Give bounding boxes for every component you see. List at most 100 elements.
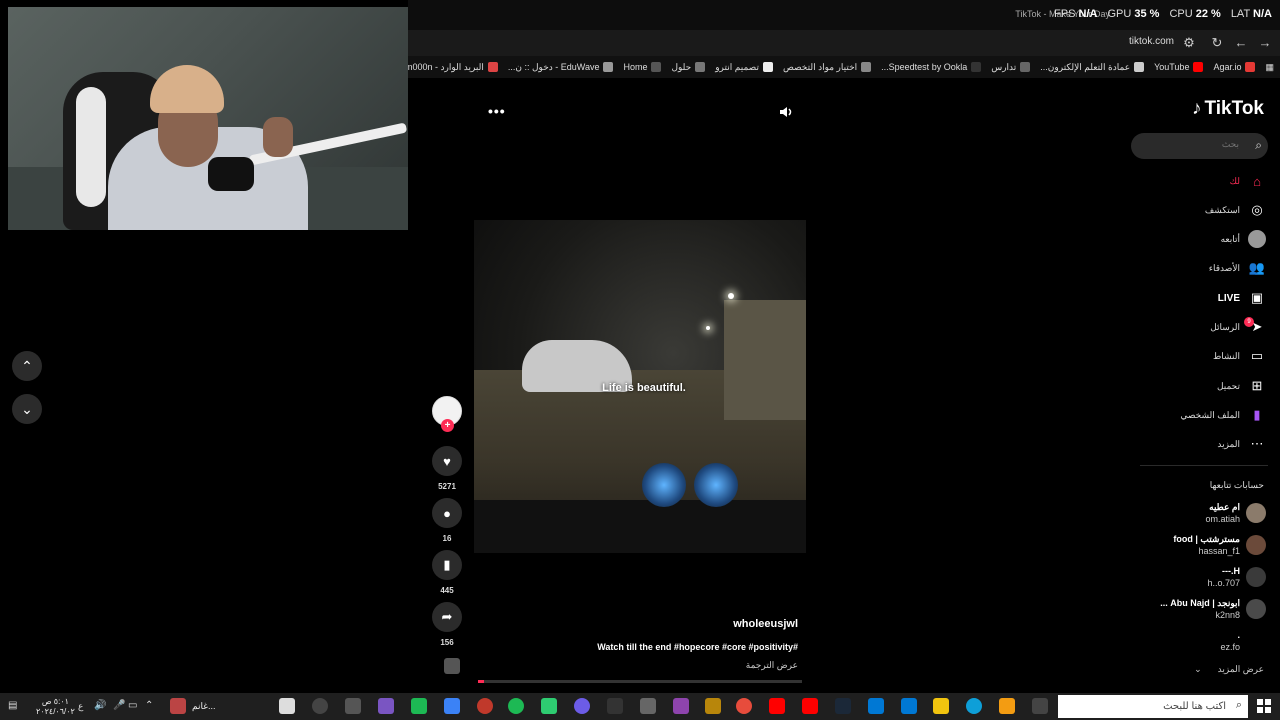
account-item[interactable]: ام عطيه om.atiah bbox=[1205, 501, 1266, 525]
network-icon[interactable]: ▭ bbox=[128, 700, 137, 711]
account-handle: hassan_f1 bbox=[1198, 546, 1240, 556]
friends-icon: 👥 bbox=[1248, 260, 1266, 275]
comment-icon[interactable]: ● bbox=[432, 498, 462, 528]
tiktok-logo[interactable]: ♪ TikTok bbox=[1192, 98, 1264, 120]
taskbar-app-icon[interactable] bbox=[444, 698, 460, 714]
account-item[interactable]: H.--- h..o.707 bbox=[1207, 565, 1266, 589]
bookmark-solutions[interactable]: حلول bbox=[671, 62, 706, 73]
reload-icon[interactable]: ↻ bbox=[1208, 34, 1226, 52]
search-icon[interactable]: ⌕ bbox=[1255, 138, 1262, 153]
heart-icon[interactable]: ♥ bbox=[432, 446, 462, 476]
spotify-icon[interactable] bbox=[508, 698, 524, 714]
search-input[interactable] bbox=[1139, 139, 1239, 149]
bookmark-tadarus[interactable]: تدارس bbox=[991, 62, 1031, 73]
youtube-icon[interactable] bbox=[802, 698, 818, 714]
taskbar-app-icon[interactable] bbox=[607, 698, 623, 714]
store-icon[interactable] bbox=[901, 698, 917, 714]
chevron-down-icon: ⌄ bbox=[21, 400, 33, 417]
steam-icon[interactable] bbox=[835, 698, 851, 714]
nav-item-live[interactable]: ▣ LIVE bbox=[1218, 288, 1266, 308]
back-icon[interactable]: ← bbox=[1232, 34, 1250, 52]
taskbar-app-icon[interactable] bbox=[705, 698, 721, 714]
activity-icon: ▭ bbox=[1250, 348, 1264, 363]
gpu-stat: GPU 35 % bbox=[1107, 8, 1160, 20]
bookmark-eduwave[interactable]: EduWave - دخول :: ن... bbox=[508, 62, 614, 73]
url-text[interactable]: tiktok.com bbox=[1129, 36, 1174, 47]
chrome-icon[interactable] bbox=[736, 698, 752, 714]
bookmark-youtube[interactable]: YouTube bbox=[1154, 62, 1204, 72]
see-translation-link[interactable]: عرض الترجمة bbox=[746, 660, 798, 671]
site-settings-icon[interactable]: ⚙ bbox=[1180, 34, 1198, 52]
video-progress-bar[interactable] bbox=[478, 680, 802, 683]
input-language[interactable]: ع bbox=[78, 701, 83, 712]
bookmark-agar[interactable]: Agar.io bbox=[1213, 62, 1256, 72]
nav-item-activity[interactable]: ▭ النشاط bbox=[1213, 346, 1266, 366]
nav-item-upload[interactable]: ⊞ تحميل bbox=[1217, 376, 1266, 396]
bookmark-icon[interactable]: ▮ bbox=[432, 550, 462, 580]
task-view-icon[interactable] bbox=[1032, 698, 1048, 714]
bookmark-home[interactable]: Home bbox=[623, 62, 662, 72]
taskbar-app-icon[interactable] bbox=[477, 698, 493, 714]
start-tile bbox=[1257, 699, 1263, 705]
nav-item-more[interactable]: ⋯ المزيد bbox=[1217, 434, 1266, 454]
start-tile bbox=[1265, 707, 1271, 713]
nav-item-following[interactable]: أتابعه bbox=[1221, 229, 1266, 249]
account-item[interactable]: . ez.fo bbox=[1220, 629, 1240, 653]
microphone-icon[interactable]: 🎤 bbox=[113, 700, 125, 711]
video-author[interactable]: wholeeusjwl bbox=[733, 618, 798, 630]
account-item[interactable]: مسترشتب | food hassan_f1 bbox=[1173, 533, 1266, 557]
nav-item-friends[interactable]: 👥 الأصدقاء bbox=[1209, 258, 1266, 278]
taskbar-app-icon[interactable] bbox=[541, 698, 557, 714]
previous-video-button[interactable]: ⌃ bbox=[12, 351, 42, 381]
next-video-button[interactable]: ⌄ bbox=[12, 394, 42, 424]
edge-icon[interactable] bbox=[966, 698, 982, 714]
bookmark-mail[interactable]: البريد الوارد - m000n... bbox=[408, 62, 498, 73]
messages-badge: 9 bbox=[1244, 317, 1254, 327]
nav-item-explore[interactable]: ◎ استكشف bbox=[1205, 200, 1266, 220]
outlook-icon[interactable] bbox=[868, 698, 884, 714]
taskbar-app-label[interactable]: غانم... bbox=[192, 701, 215, 712]
bookmark-speedtest[interactable]: Speedtest by Ookla... bbox=[881, 62, 982, 72]
street-light bbox=[728, 293, 734, 299]
see-more-button[interactable]: عرض المزيد ⌄ bbox=[1194, 664, 1264, 675]
taskbar-clock[interactable]: ٥:٠١ ص ٢٠٢٤/٠٦/٠٢ bbox=[36, 697, 75, 717]
taskbar-app-icon[interactable] bbox=[378, 698, 394, 714]
taskbar-app-icon[interactable] bbox=[640, 698, 656, 714]
music-disc-icon[interactable] bbox=[444, 658, 460, 674]
bookmark-intro-design[interactable]: تصميم انترو bbox=[715, 62, 773, 73]
account-handle: k2nn8 bbox=[1215, 610, 1240, 620]
apps-icon[interactable]: ▦ bbox=[1265, 62, 1274, 73]
video-building bbox=[724, 300, 806, 420]
volume-icon[interactable]: 🔊 bbox=[94, 700, 106, 711]
clock-date: ٢٠٢٤/٠٦/٠٢ bbox=[36, 707, 75, 716]
taskbar-app-icon[interactable] bbox=[999, 698, 1015, 714]
taskbar-app-icon[interactable] bbox=[574, 698, 590, 714]
taskbar-app-icon[interactable] bbox=[312, 698, 328, 714]
taskbar-app-icon[interactable] bbox=[411, 698, 427, 714]
taskbar-search-box[interactable]: اكتب هنا للبحث ⌕ bbox=[1058, 695, 1248, 718]
nav-item-for-you[interactable]: ⌂ لك bbox=[1230, 171, 1266, 191]
account-name: مسترشتب | food bbox=[1173, 534, 1240, 544]
account-names: H.--- h..o.707 bbox=[1207, 565, 1240, 589]
taskbar-app-avatar-icon[interactable] bbox=[170, 698, 186, 714]
speaker-icon[interactable] bbox=[778, 104, 794, 120]
file-explorer-icon[interactable] bbox=[933, 698, 949, 714]
follow-plus-icon[interactable]: + bbox=[441, 419, 454, 432]
taskbar-app-icon[interactable] bbox=[673, 698, 689, 714]
taskbar-app-icon[interactable] bbox=[345, 698, 361, 714]
tray-chevron-up-icon[interactable]: ⌃ bbox=[145, 700, 153, 711]
bookmark-elearning[interactable]: عمادة التعلم الإلكترون... bbox=[1040, 62, 1145, 73]
account-item[interactable]: ابونجد | Abu Najd ... k2nn8 bbox=[1160, 597, 1266, 621]
nav-item-profile[interactable]: ▮ الملف الشخصي bbox=[1180, 405, 1266, 425]
nav-item-messages[interactable]: ➤ الرسائل bbox=[1210, 317, 1266, 337]
notifications-icon[interactable]: ▤ bbox=[8, 700, 17, 711]
windows-start-icon[interactable] bbox=[1257, 699, 1271, 713]
search-box[interactable]: ⌕ bbox=[1131, 133, 1268, 159]
forward-icon[interactable]: → bbox=[1256, 34, 1274, 52]
youtube-icon[interactable] bbox=[769, 698, 785, 714]
taskbar-app-icon[interactable] bbox=[279, 698, 295, 714]
bookmark-major-courses[interactable]: اختيار مواد التخصص bbox=[783, 62, 872, 73]
share-icon[interactable]: ➦ bbox=[432, 602, 462, 632]
video-more-menu[interactable]: ••• bbox=[488, 103, 506, 119]
motorbike-handlebars bbox=[474, 500, 806, 553]
